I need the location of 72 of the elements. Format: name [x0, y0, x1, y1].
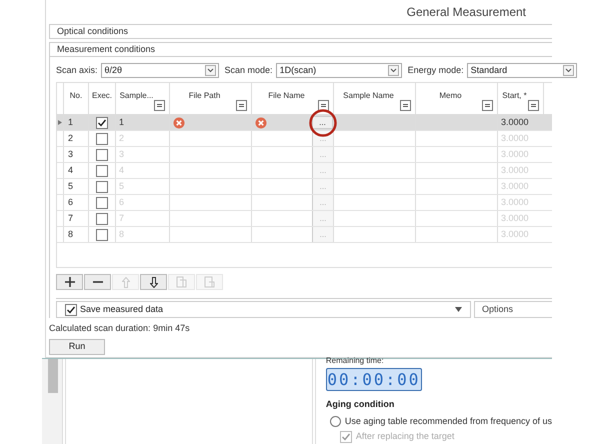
filter-icon[interactable] — [400, 100, 411, 111]
filter-icon[interactable] — [318, 100, 329, 111]
checkbox[interactable] — [96, 228, 108, 240]
window-title: General Measurement — [406, 4, 526, 21]
remaining-time-label: Remaining time: — [326, 357, 385, 365]
paste-icon — [204, 276, 215, 288]
filter-icon[interactable] — [482, 100, 493, 111]
run-button[interactable]: Run — [49, 338, 105, 354]
checkbox[interactable] — [96, 132, 108, 144]
chevron-down-icon — [388, 65, 399, 76]
table-cell-text: 3 — [68, 148, 74, 161]
checkbox-label: Save measured data — [80, 302, 164, 316]
table-cell-text: 5 — [68, 180, 74, 193]
column-header: Exec. — [92, 90, 112, 102]
checkbox[interactable] — [65, 304, 77, 316]
field-label: Energy mode: — [408, 64, 464, 77]
plus-icon — [64, 277, 74, 287]
save-data-bar[interactable]: Save measured data — [56, 301, 471, 318]
table-cell-text: 1 — [68, 116, 74, 129]
radio-button[interactable] — [330, 416, 341, 427]
timer-display: 00:00:00 — [326, 368, 422, 391]
table-cell-text: 4 — [68, 164, 74, 177]
section-header[interactable]: Optical conditions — [49, 24, 552, 39]
table-cell-text: 3.0000 — [501, 116, 529, 129]
checkbox[interactable] — [96, 196, 108, 208]
column-header: No. — [70, 90, 82, 102]
table-cell-text: 1 — [119, 116, 124, 129]
table-cell-text: 8 — [68, 228, 74, 241]
row-pointer-icon — [58, 120, 62, 125]
error-icon — [255, 116, 267, 128]
radio-label: Use aging table recommended from frequency of us — [344, 414, 552, 428]
column-header: File Path — [188, 90, 220, 102]
chevron-down-icon — [562, 65, 574, 76]
dropdown[interactable]: 1D(scan) — [276, 63, 402, 78]
checkbox[interactable] — [96, 164, 108, 176]
section-header[interactable]: Measurement conditions — [49, 42, 552, 57]
browse-button[interactable]: ... — [312, 116, 333, 129]
filter-icon[interactable] — [154, 100, 165, 111]
table-row[interactable]: 1 1 ... 3.0000 — [57, 115, 552, 131]
filter-icon[interactable] — [236, 100, 247, 111]
toolbar-button[interactable] — [56, 274, 83, 290]
copy-icon — [176, 276, 187, 288]
checkbox[interactable] — [96, 116, 108, 128]
filter-icon[interactable] — [528, 100, 539, 111]
scrollbar-thumb[interactable] — [48, 359, 58, 393]
table-cell-text: 6 — [68, 196, 74, 209]
field-label: Scan axis: — [56, 64, 98, 77]
toolbar-button[interactable] — [140, 274, 167, 290]
annotation-circle — [309, 109, 337, 137]
table-cell-text: 2 — [68, 132, 74, 145]
field-label: Scan mode: — [224, 64, 273, 77]
options-panel[interactable]: Options — [474, 301, 552, 318]
caret-down-icon — [455, 307, 462, 312]
checkbox[interactable] — [96, 148, 108, 160]
dropdown[interactable]: Standard — [466, 63, 577, 78]
duration-text: Calculated scan duration: 9min 47s — [49, 322, 191, 335]
chevron-down-icon — [204, 65, 216, 76]
checkbox-label: After replacing the target — [356, 430, 454, 443]
column-header: Sample Name — [343, 90, 394, 102]
table-cell-text: 7 — [68, 212, 74, 225]
column-header: Memo — [439, 90, 462, 102]
column-header: Sample... — [120, 90, 154, 102]
column-header: Start, * — [502, 90, 527, 102]
section-title: Aging condition — [326, 398, 396, 411]
toolbar-button[interactable] — [84, 274, 111, 290]
arrow-down-icon — [150, 276, 158, 288]
column-header: File Name — [268, 90, 305, 102]
arrow-up-icon — [122, 276, 130, 288]
error-icon — [173, 116, 185, 128]
checkbox[interactable] — [96, 212, 108, 224]
checkbox[interactable] — [96, 180, 108, 192]
dropdown[interactable]: θ/2θ — [100, 63, 219, 78]
